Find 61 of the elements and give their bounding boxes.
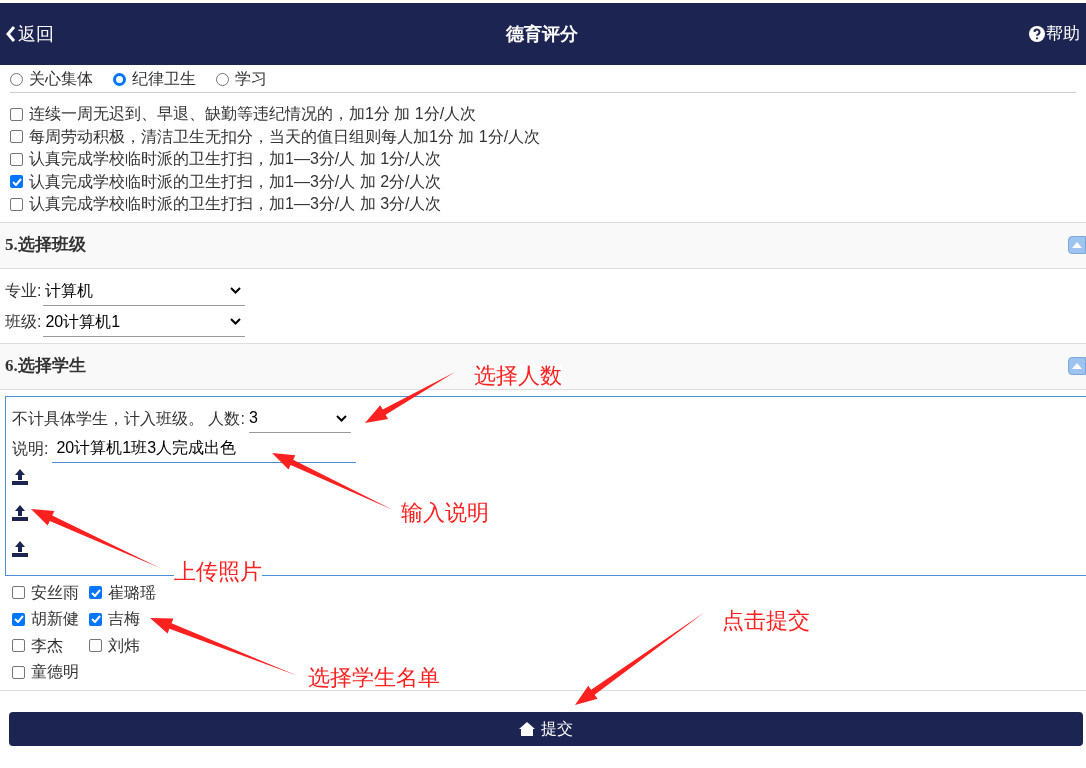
section-title: 6.选择学生 <box>5 355 86 378</box>
option-label: 每周劳动积极，清洁卫生无扣分，当天的值日组则每人加1分 加 1分/人次 <box>29 126 541 147</box>
checkbox[interactable] <box>10 130 23 144</box>
upload-icon[interactable] <box>12 504 28 521</box>
caret-up-icon <box>1072 363 1082 369</box>
checkbox[interactable] <box>12 586 25 600</box>
radio-label: 纪律卫生 <box>132 69 196 89</box>
annotation-label: 选择学生名单 <box>308 667 440 689</box>
checkbox[interactable] <box>89 639 102 653</box>
upload-icon[interactable] <box>12 468 28 485</box>
home-icon <box>519 721 535 736</box>
annotation-label: 上传照片 <box>174 561 262 583</box>
section-title: 5.选择班级 <box>5 234 86 257</box>
student-name: 童德明 <box>31 662 79 682</box>
chevron-down-icon <box>230 287 242 294</box>
radio-label: 学习 <box>235 69 267 89</box>
radio-label: 关心集体 <box>29 69 93 89</box>
checkbox[interactable] <box>10 152 23 166</box>
chevron-down-icon <box>230 318 242 325</box>
checkbox[interactable] <box>10 107 23 121</box>
student-name: 吉梅 <box>108 609 140 629</box>
option-label: 连续一周无迟到、早退、缺勤等违纪情况的，加1分 加 1分/人次 <box>29 104 477 124</box>
radio-button[interactable] <box>113 72 126 86</box>
checkbox[interactable] <box>12 665 25 679</box>
field-label: 班级: <box>5 312 42 332</box>
annotation-label: 选择人数 <box>474 365 562 387</box>
chevron-left-icon <box>6 26 16 42</box>
student-name: 胡新健 <box>31 609 79 629</box>
option-label: 认真完成学校临时派的卫生打扫，加1—3分/人 加 3分/人次 <box>29 194 442 214</box>
upload-icon[interactable] <box>12 540 28 557</box>
checkbox[interactable] <box>12 612 25 626</box>
checkbox[interactable] <box>89 612 102 626</box>
dropdown-select[interactable]: 20计算机1 <box>43 307 246 337</box>
field-label: 专业: <box>5 281 42 301</box>
chevron-down-icon <box>335 414 347 422</box>
caret-up-icon <box>1072 242 1082 248</box>
help-link[interactable]: 帮助 <box>1029 21 1080 47</box>
option-label: 认真完成学校临时派的卫生打扫，加1—3分/人 加 2分/人次 <box>29 171 442 192</box>
checkbox[interactable] <box>89 586 102 600</box>
option-label: 认真完成学校临时派的卫生打扫，加1—3分/人 加 1分/人次 <box>29 149 442 169</box>
collapse-button[interactable] <box>1068 236 1086 254</box>
radio-button[interactable] <box>10 72 23 86</box>
student-name: 刘炜 <box>108 635 140 656</box>
checkbox[interactable] <box>12 639 25 653</box>
collapse-button[interactable] <box>1068 357 1086 375</box>
page-title: 德育评分 <box>505 22 578 46</box>
submit-button[interactable]: 提交 <box>9 711 1083 746</box>
student-name: 李杰 <box>31 635 63 656</box>
back-link[interactable]: 返回 <box>6 20 54 48</box>
checkbox[interactable] <box>10 197 23 211</box>
count-label: 不计具体学生，计入班级。 人数: <box>12 408 245 429</box>
annotation-label: 点击提交 <box>722 610 810 632</box>
note-label: 说明: <box>12 438 49 459</box>
count-select[interactable]: 3 <box>248 404 351 433</box>
dropdown-select[interactable]: 计算机 <box>43 276 246 306</box>
annotation-label: 输入说明 <box>401 502 489 524</box>
radio-button[interactable] <box>216 72 229 86</box>
checkbox[interactable] <box>10 175 23 189</box>
help-icon <box>1029 26 1045 42</box>
student-name: 安丝雨 <box>31 582 79 603</box>
student-name: 崔璐瑶 <box>108 582 156 603</box>
